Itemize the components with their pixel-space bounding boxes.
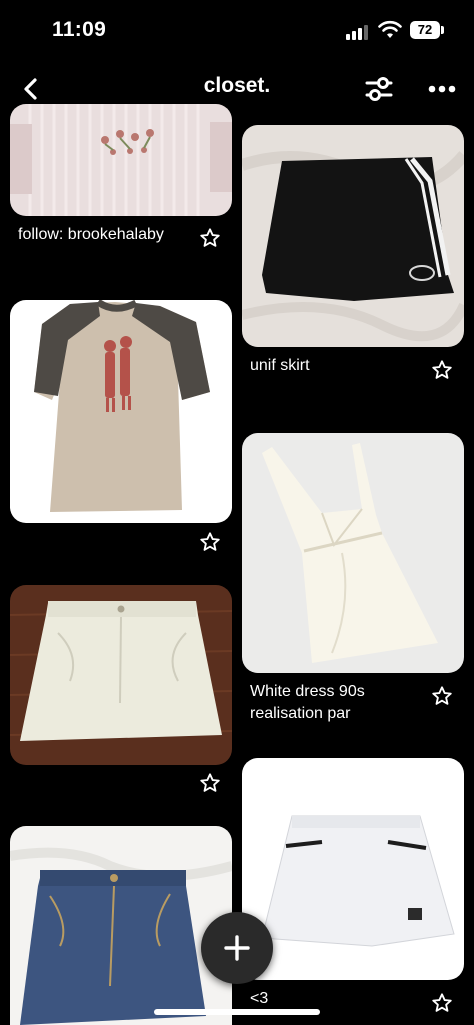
star-icon[interactable] bbox=[199, 227, 221, 249]
add-pin-button[interactable] bbox=[201, 912, 273, 984]
pin-caption[interactable]: White dress 90s realisation par bbox=[250, 681, 420, 725]
pin-image[interactable] bbox=[10, 300, 232, 523]
plus-icon bbox=[224, 935, 250, 961]
battery-indicator: 72 bbox=[410, 21, 440, 39]
board-title: closet. bbox=[203, 74, 271, 97]
star-icon[interactable] bbox=[431, 359, 453, 381]
white-dress-image bbox=[242, 433, 464, 673]
pin-image[interactable] bbox=[242, 433, 464, 673]
pin-image[interactable] bbox=[242, 125, 464, 347]
pin-image[interactable] bbox=[10, 104, 232, 216]
star-icon[interactable] bbox=[431, 992, 453, 1014]
white-skirt-image bbox=[10, 585, 232, 765]
cell-signal-icon bbox=[346, 24, 370, 40]
denim-shorts-image bbox=[10, 826, 232, 1025]
status-bar: 11:09 72 bbox=[0, 0, 474, 60]
more-icon bbox=[428, 85, 456, 93]
star-icon[interactable] bbox=[199, 772, 221, 794]
wifi-icon bbox=[378, 20, 402, 38]
star-icon[interactable] bbox=[431, 685, 453, 707]
more-options-button[interactable] bbox=[424, 72, 460, 106]
filter-button[interactable] bbox=[362, 72, 396, 106]
pin-caption[interactable]: follow: brookehalaby bbox=[18, 224, 164, 246]
status-time: 11:09 bbox=[52, 18, 107, 41]
tennis-skirt-image bbox=[242, 758, 464, 980]
raglan-tee-image bbox=[10, 300, 232, 523]
star-icon[interactable] bbox=[199, 531, 221, 553]
black-skort-image bbox=[242, 125, 464, 347]
pin-image[interactable] bbox=[10, 585, 232, 765]
sliders-icon bbox=[365, 77, 393, 101]
home-indicator[interactable] bbox=[154, 1009, 320, 1015]
pin-image[interactable] bbox=[242, 758, 464, 980]
pin-caption[interactable]: <3 bbox=[250, 988, 268, 1010]
battery-nub bbox=[441, 26, 444, 34]
pin-image[interactable] bbox=[10, 826, 232, 1025]
pink-sweater-image bbox=[10, 104, 232, 216]
pin-caption[interactable]: unif skirt bbox=[250, 355, 310, 377]
